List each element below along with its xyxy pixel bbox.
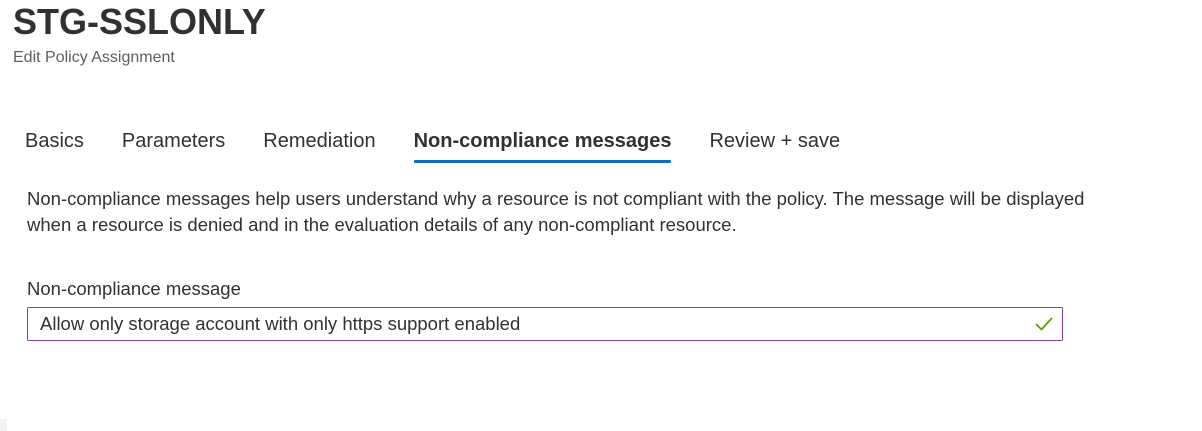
description-text: Non-compliance messages help users under…	[27, 188, 1085, 235]
corner-divider	[0, 419, 7, 431]
non-compliance-message-field	[27, 307, 1063, 341]
tab-bar: Basics Parameters Remediation Non-compli…	[25, 127, 840, 167]
tab-review-save[interactable]: Review + save	[709, 127, 840, 163]
edit-policy-assignment-page: STG-SSLONLY Edit Policy Assignment Basic…	[0, 0, 1202, 431]
non-compliance-message-label: Non-compliance message	[27, 278, 241, 299]
tab-remediation[interactable]: Remediation	[263, 127, 375, 163]
page-title: STG-SSLONLY	[13, 1, 266, 42]
checkmark-icon	[1033, 313, 1055, 335]
tab-non-compliance-messages[interactable]: Non-compliance messages	[413, 127, 671, 163]
non-compliance-message-input[interactable]	[28, 309, 1033, 339]
tab-parameters[interactable]: Parameters	[122, 127, 225, 163]
page-subtitle: Edit Policy Assignment	[13, 49, 175, 66]
tab-basics[interactable]: Basics	[25, 127, 84, 163]
